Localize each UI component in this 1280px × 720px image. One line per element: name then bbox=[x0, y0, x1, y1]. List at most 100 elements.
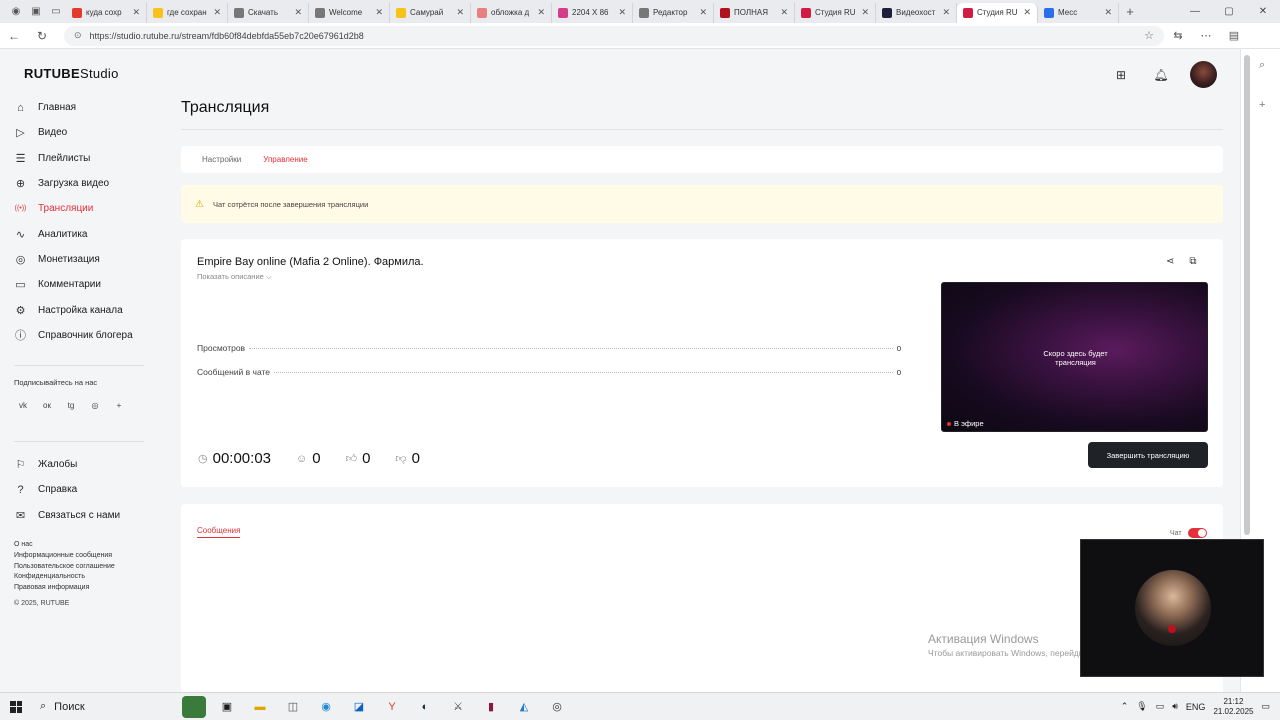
tab-messages[interactable]: Сообщения bbox=[197, 526, 241, 538]
footer-link[interactable]: Конфиденциальность bbox=[14, 572, 115, 583]
task-view-icon[interactable]: ▣ bbox=[215, 696, 239, 718]
browser-tab[interactable]: Месс ✕ bbox=[1038, 2, 1119, 23]
footer-link[interactable]: О нас bbox=[14, 540, 115, 551]
page-scrollbar[interactable] bbox=[1244, 55, 1250, 535]
close-tab-icon[interactable]: ✕ bbox=[861, 7, 869, 18]
share-icon[interactable]: ⋖ bbox=[1166, 256, 1174, 267]
tray-overflow-icon[interactable]: ⌃ bbox=[1121, 701, 1129, 712]
footer-link[interactable]: Информационные сообщения bbox=[14, 551, 115, 562]
sidebar-item[interactable]: ⚐ Жалобы bbox=[14, 452, 120, 477]
search-icon[interactable]: ⌕ bbox=[1259, 59, 1265, 72]
social-link-icon[interactable]: tg bbox=[62, 397, 80, 413]
browser-tab[interactable]: где сохран ✕ bbox=[147, 2, 228, 23]
social-link-icon[interactable]: ок bbox=[38, 397, 56, 413]
browser-tab[interactable]: куда сохр ✕ bbox=[66, 2, 147, 23]
browser-tab[interactable]: Скачать ✕ bbox=[228, 2, 309, 23]
notifications-icon[interactable]: ▭ bbox=[1261, 701, 1270, 712]
language-indicator[interactable]: ENG bbox=[1186, 702, 1206, 712]
workspaces-icon[interactable]: ▣ bbox=[26, 2, 46, 22]
microphone-icon[interactable]: 🎙︎ bbox=[1136, 701, 1147, 712]
close-tab-icon[interactable]: ✕ bbox=[780, 7, 788, 18]
stream-preview[interactable]: Скоро здесь будет трансляция В эфире bbox=[941, 282, 1208, 432]
close-tab-icon[interactable]: ✕ bbox=[456, 7, 464, 18]
close-tab-icon[interactable]: ✕ bbox=[942, 7, 950, 18]
show-description-link[interactable]: Показать описание ⌵ bbox=[197, 272, 272, 282]
browser-tab[interactable]: Самурай ✕ bbox=[390, 2, 471, 23]
sidebar-item[interactable]: ☰ Плейлисты bbox=[14, 146, 133, 171]
store-icon[interactable]: ◫ bbox=[281, 696, 305, 718]
yandex-browser-icon[interactable]: Y bbox=[380, 696, 404, 718]
browser-menu-icon[interactable]: ⋯ bbox=[1192, 29, 1220, 42]
mafia-app-icon[interactable]: ▮ bbox=[479, 696, 503, 718]
close-tab-icon[interactable]: ✕ bbox=[213, 7, 221, 18]
sidebar-item[interactable]: ⊕ Загрузка видео bbox=[14, 171, 133, 196]
close-tab-icon[interactable]: ✕ bbox=[132, 7, 140, 18]
network-icon[interactable]: ▭ bbox=[1156, 701, 1165, 712]
close-tab-icon[interactable]: ✕ bbox=[537, 7, 545, 18]
create-icon[interactable]: ⊞ bbox=[1110, 64, 1132, 86]
url-field[interactable]: ⊙ https://studio.rutube.ru/stream/fdb60f… bbox=[64, 25, 1164, 46]
browser-tab[interactable]: Welcome ✕ bbox=[309, 2, 390, 23]
open-external-icon[interactable]: ⧉ bbox=[1189, 256, 1196, 267]
chat-toggle[interactable] bbox=[1187, 528, 1207, 538]
back-icon[interactable]: ← bbox=[0, 29, 28, 43]
social-link-icon[interactable]: vk bbox=[14, 397, 32, 413]
page-tab[interactable]: Настройки bbox=[202, 155, 241, 164]
paint-app-icon[interactable]: ◭ bbox=[512, 696, 536, 718]
close-tab-icon[interactable]: ✕ bbox=[375, 7, 383, 18]
page-tab[interactable]: Управление bbox=[263, 155, 307, 164]
footer-link[interactable]: Пользовательское соглашение bbox=[14, 562, 115, 573]
sidebar-item[interactable]: ◎ Монетизация bbox=[14, 247, 133, 272]
close-tab-icon[interactable]: ✕ bbox=[1104, 7, 1112, 18]
close-window-icon[interactable]: ✕ bbox=[1246, 6, 1280, 17]
start-button[interactable] bbox=[0, 693, 32, 720]
tab-actions-icon[interactable]: ▭ bbox=[46, 2, 66, 22]
sidebar-copilot-icon[interactable]: ▤ bbox=[1220, 29, 1248, 42]
social-link-icon[interactable]: + bbox=[110, 397, 128, 413]
browser-tab[interactable]: Студия RU ✕ bbox=[957, 2, 1038, 23]
new-tab-button[interactable]: + bbox=[1119, 4, 1141, 19]
profile-icon[interactable]: ◉ bbox=[6, 2, 26, 22]
add-sidebar-app-icon[interactable]: + bbox=[1259, 99, 1265, 111]
close-tab-icon[interactable]: ✕ bbox=[618, 7, 626, 18]
browser-tab[interactable]: Видеохост ✕ bbox=[876, 2, 957, 23]
footer-link[interactable]: Правовая информация bbox=[14, 583, 115, 594]
browser-tab[interactable]: обложка д ✕ bbox=[471, 2, 552, 23]
end-stream-button[interactable]: Завершить трансляцию bbox=[1088, 442, 1208, 468]
widgets-icon[interactable] bbox=[182, 695, 206, 718]
minimize-icon[interactable]: — bbox=[1178, 6, 1212, 17]
taskbar-clock[interactable]: 21:12 21.02.2025 bbox=[1213, 697, 1253, 717]
sidebar-item[interactable]: ∿ Аналитика bbox=[14, 221, 133, 246]
volume-icon[interactable]: 🔊︎ bbox=[1172, 701, 1178, 712]
close-tab-icon[interactable]: ✕ bbox=[1023, 7, 1031, 18]
sidebar-item[interactable]: ((•)) Трансляции bbox=[14, 196, 133, 221]
close-tab-icon[interactable]: ✕ bbox=[294, 7, 302, 18]
outlook-icon[interactable]: ◪ bbox=[347, 696, 371, 718]
browser-tab[interactable]: Студия RU ✕ bbox=[795, 2, 876, 23]
site-info-icon[interactable]: ⊙ bbox=[74, 30, 82, 41]
edge-browser-icon[interactable]: ◉ bbox=[314, 696, 338, 718]
sidebar-item[interactable]: ⚙ Настройка канала bbox=[14, 297, 133, 322]
file-explorer-icon[interactable]: ▬ bbox=[248, 696, 272, 718]
notifications-bell-icon[interactable]: 🔔︎ bbox=[1150, 64, 1172, 86]
rutube-studio-logo[interactable]: RUTUBEStudio bbox=[24, 66, 119, 81]
social-link-icon[interactable]: ◎ bbox=[86, 397, 104, 413]
browser-tab[interactable]: 2204 Х 86 ✕ bbox=[552, 2, 633, 23]
maximize-icon[interactable]: ▢ bbox=[1212, 6, 1246, 17]
sidebar-item[interactable]: ⓘ Справочник блогера bbox=[14, 323, 133, 348]
browser-tab[interactable]: Редактор ✕ bbox=[633, 2, 714, 23]
close-tab-icon[interactable]: ✕ bbox=[699, 7, 707, 18]
steam-icon[interactable]: ◐ bbox=[413, 696, 437, 718]
reload-icon[interactable]: ↻ bbox=[28, 29, 56, 43]
sidebar-item[interactable]: ? Справка bbox=[14, 477, 120, 502]
sidebar-item[interactable]: ▭ Комментарии bbox=[14, 272, 133, 297]
sidebar-item[interactable]: ▷ Видео bbox=[14, 120, 133, 145]
sidebar-item[interactable]: ⌂ Главная bbox=[14, 95, 133, 120]
game-app-icon[interactable]: ⚔ bbox=[446, 696, 470, 718]
bookmark-star-icon[interactable]: ☆ bbox=[1144, 29, 1154, 42]
collections-icon[interactable]: ⇆ bbox=[1164, 29, 1192, 42]
browser-tab[interactable]: ПОЛНАЯ ✕ bbox=[714, 2, 795, 23]
sidebar-item[interactable]: ✉ Связаться с нами bbox=[14, 503, 120, 528]
taskbar-search[interactable]: ⌕ Поиск bbox=[32, 693, 182, 720]
avatar[interactable] bbox=[1190, 61, 1217, 88]
